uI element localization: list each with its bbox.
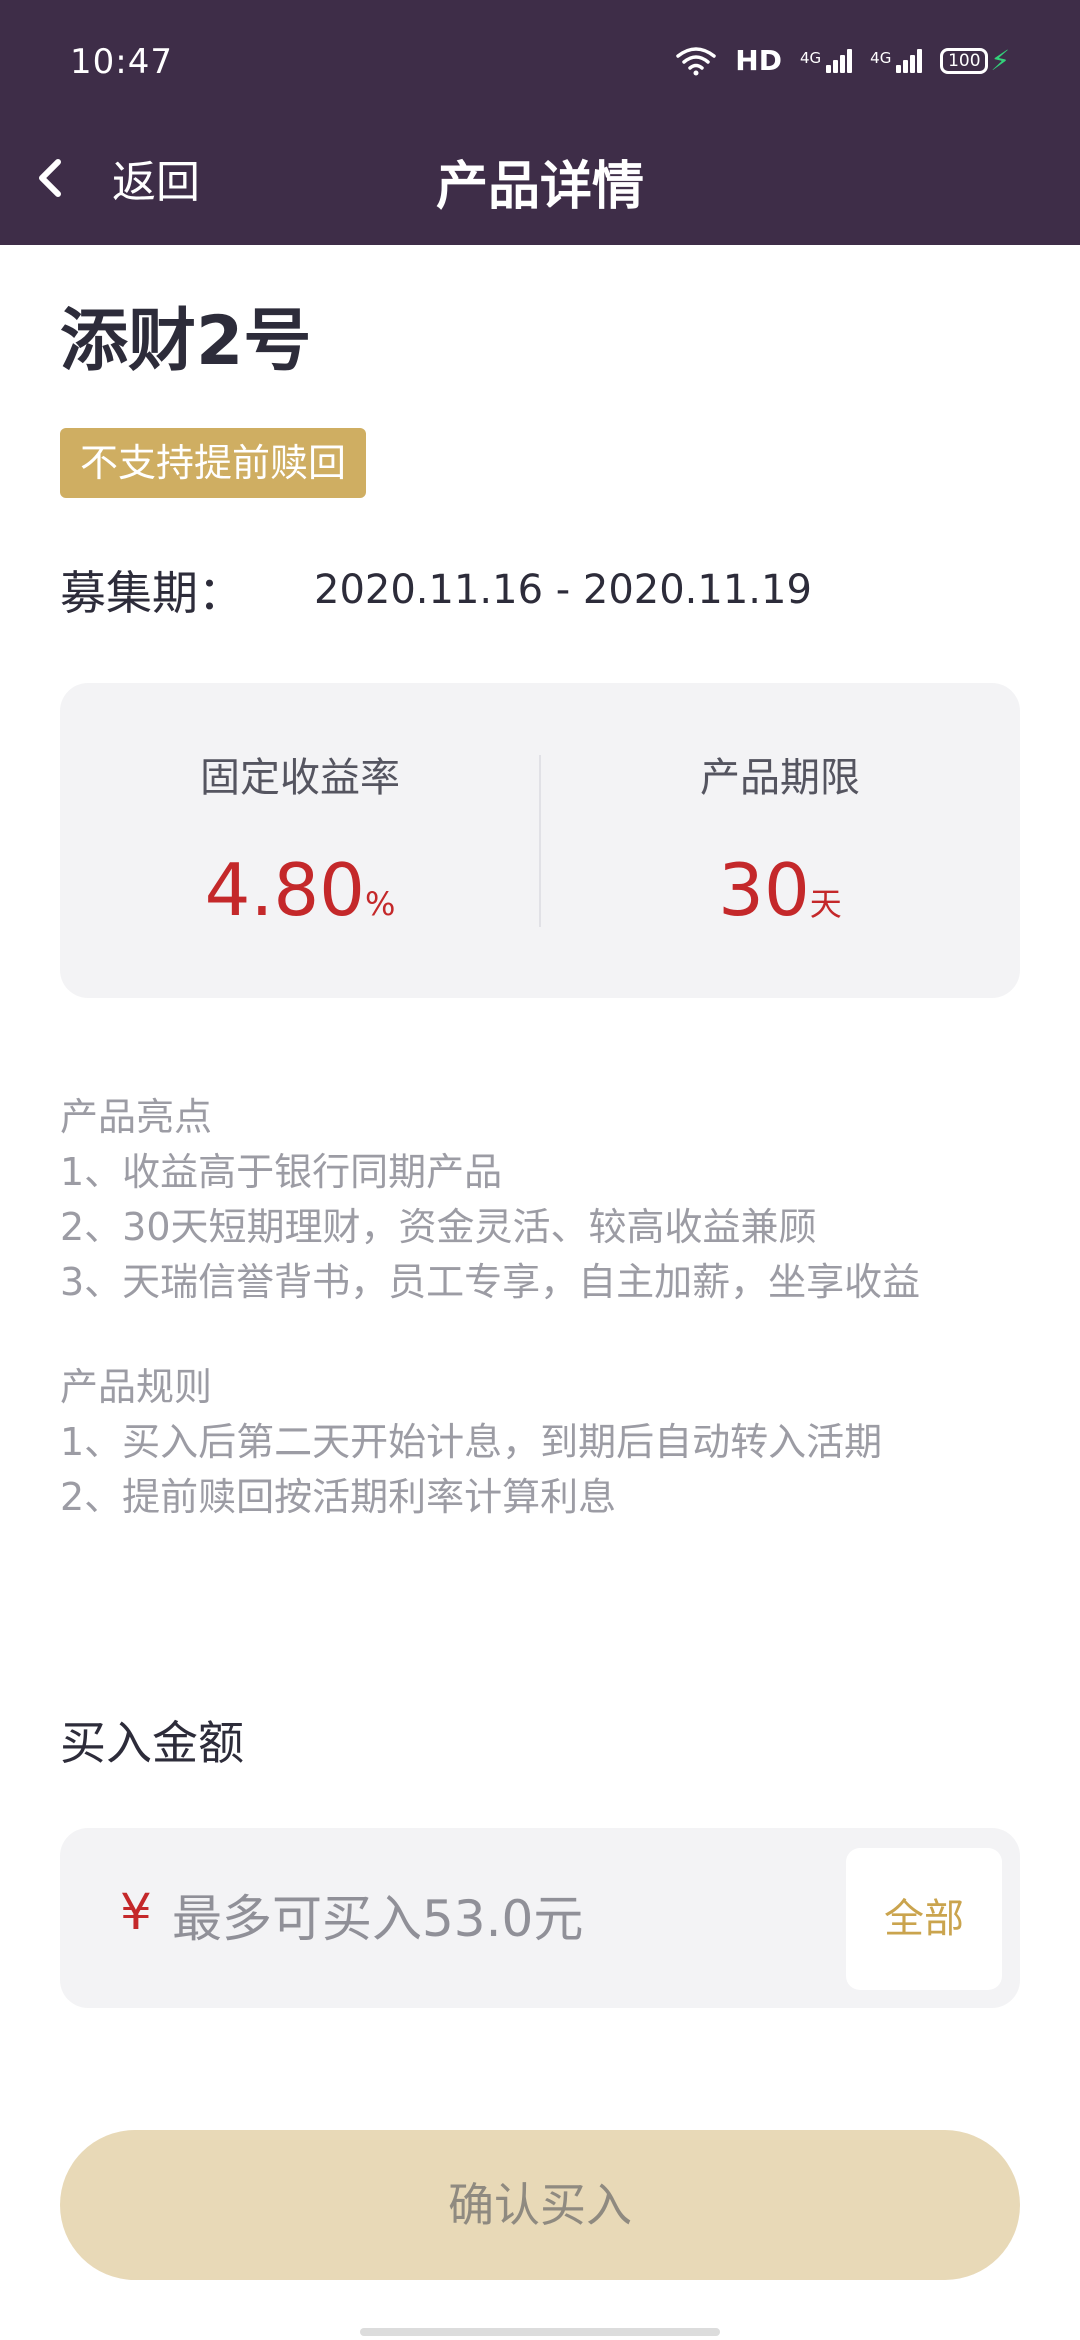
status-time: 10:47 bbox=[70, 42, 173, 82]
amount-label: 买入金额 bbox=[60, 1716, 244, 1770]
home-indicator[interactable] bbox=[360, 2328, 720, 2336]
term-number: 30 bbox=[718, 848, 810, 932]
buy-all-button[interactable]: 全部 bbox=[846, 1848, 1002, 1990]
confirm-buy-button[interactable]: 确认买入 bbox=[60, 2130, 1020, 2280]
highlights-title: 产品亮点 bbox=[60, 1095, 213, 1139]
rules-title: 产品规则 bbox=[60, 1365, 213, 1409]
hd-icon: HD bbox=[735, 44, 782, 77]
signal-4g-icon: 4G bbox=[870, 48, 923, 73]
raise-period: 募集期： 2020.11.16 - 2020.11.19 bbox=[60, 560, 812, 620]
period-value: 2020.11.16 - 2020.11.19 bbox=[314, 567, 812, 613]
list-item: 1、买入后第二天开始计息，到期后自动转入活期 bbox=[60, 1420, 883, 1464]
redemption-tag: 不支持提前赎回 bbox=[60, 428, 367, 498]
battery-icon: 100 ⚡ bbox=[940, 44, 1010, 77]
term-unit: 天 bbox=[809, 885, 842, 923]
period-label: 募集期： bbox=[60, 566, 244, 620]
highlights-section: 产品亮点 1、收益高于银行同期产品 2、30天短期理财，资金灵活、较高收益兼顾 … bbox=[60, 1090, 1040, 1310]
status-bar: 10:47 HD 4G 4G 100 ⚡ bbox=[0, 0, 1080, 120]
amount-input[interactable] bbox=[170, 1868, 864, 1970]
term-stat: 产品期限 30天 bbox=[540, 683, 1020, 998]
stats-card: 固定收益率 4.80% 产品期限 30天 bbox=[60, 683, 1020, 998]
nav-bar: 返回 产品详情 bbox=[0, 120, 1080, 245]
product-name: 添财2号 bbox=[60, 302, 312, 381]
page-title: 产品详情 bbox=[435, 157, 644, 217]
rate-label: 固定收益率 bbox=[200, 755, 400, 801]
signal-4g-icon: 4G bbox=[799, 48, 853, 73]
amount-field: ¥ 全部 bbox=[60, 1828, 1020, 2008]
charging-icon: ⚡ bbox=[990, 44, 1010, 77]
term-value: 30天 bbox=[540, 848, 1020, 932]
status-icons: HD 4G 4G 100 ⚡ bbox=[675, 44, 1010, 77]
rate-number: 4.80 bbox=[204, 848, 365, 932]
list-item: 2、30天短期理财，资金灵活、较高收益兼顾 bbox=[60, 1205, 817, 1249]
battery-level: 100 bbox=[940, 47, 989, 74]
app-header: 10:47 HD 4G 4G 100 ⚡ 返回 产品详情 bbox=[0, 0, 1080, 245]
rate-value: 4.80% bbox=[60, 848, 540, 932]
rate-unit: % bbox=[364, 885, 396, 923]
wifi-icon bbox=[676, 46, 717, 75]
currency-symbol: ¥ bbox=[120, 1883, 152, 1941]
rules-section: 产品规则 1、买入后第二天开始计息，到期后自动转入活期 2、提前赎回按活期利率计… bbox=[60, 1360, 1040, 1525]
term-label: 产品期限 bbox=[700, 755, 860, 801]
list-item: 3、天瑞信誉背书，员工专享，自主加薪，坐享收益 bbox=[60, 1260, 921, 1304]
signal-label: 4G bbox=[870, 48, 892, 67]
rate-stat: 固定收益率 4.80% bbox=[60, 683, 540, 998]
list-item: 1、收益高于银行同期产品 bbox=[60, 1150, 503, 1194]
signal-label: 4G bbox=[799, 48, 822, 67]
list-item: 2、提前赎回按活期利率计算利息 bbox=[60, 1475, 617, 1519]
